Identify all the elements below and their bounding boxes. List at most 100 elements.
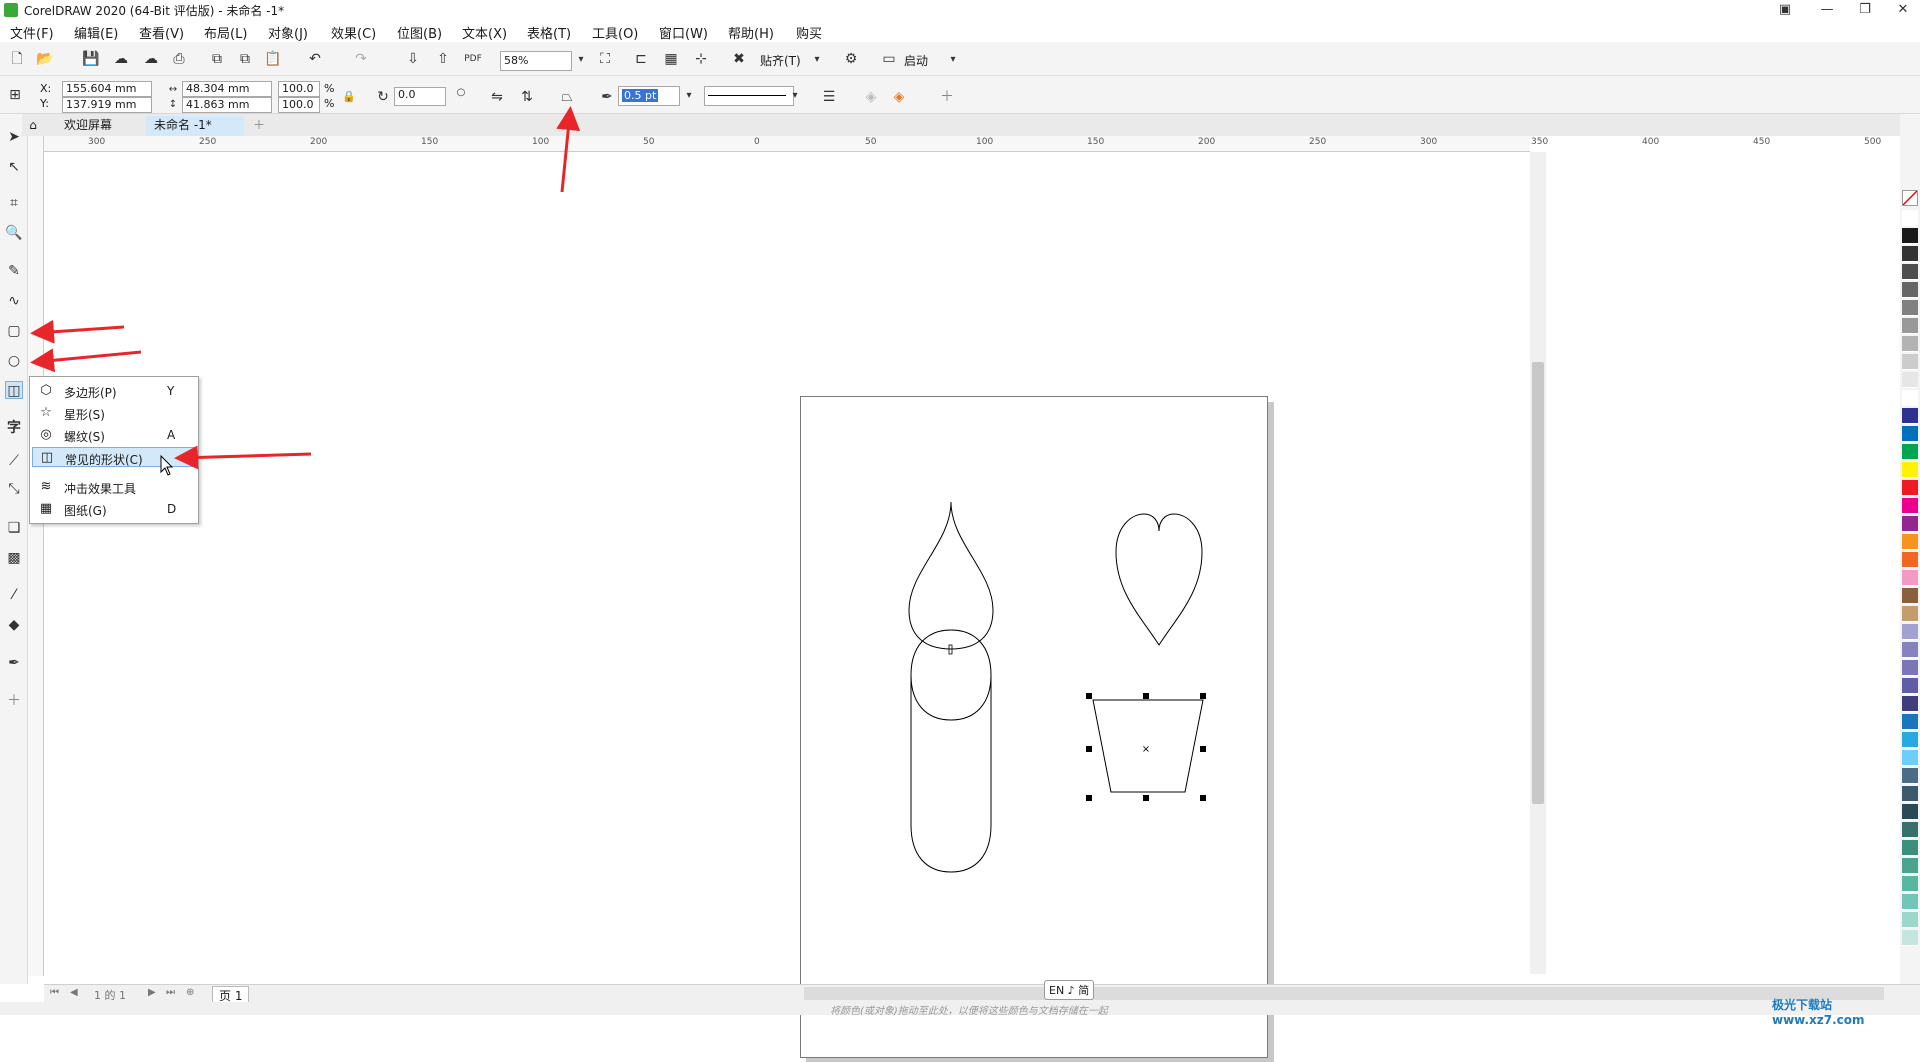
mirror-horizontal-icon[interactable]: ⇋ <box>488 88 506 106</box>
import-icon[interactable]: ⇩ <box>404 50 422 68</box>
color-swatch[interactable] <box>1902 714 1918 730</box>
menu-help[interactable]: 帮助(H) <box>728 23 774 42</box>
outline-width-field[interactable]: 0.5 pt <box>618 86 680 106</box>
outline-width-chevron-icon[interactable]: ▾ <box>680 87 698 105</box>
color-swatch[interactable] <box>1902 444 1918 460</box>
color-swatch[interactable] <box>1902 912 1918 928</box>
menu-window[interactable]: 窗口(W) <box>659 23 708 42</box>
menu-text[interactable]: 文本(X) <box>462 23 507 42</box>
color-swatch[interactable] <box>1902 732 1918 748</box>
menu-tools[interactable]: 工具(O) <box>592 23 638 42</box>
color-swatch[interactable] <box>1902 336 1918 352</box>
color-swatch[interactable] <box>1902 462 1918 478</box>
account-icon[interactable]: ▣ <box>1768 0 1802 20</box>
rotation-angle-field[interactable]: 0.0 <box>394 87 446 106</box>
vertical-scrollbar[interactable] <box>1530 152 1546 974</box>
color-swatch[interactable] <box>1902 282 1918 298</box>
color-swatch[interactable] <box>1902 930 1918 946</box>
export-icon[interactable]: ⇧ <box>434 50 452 68</box>
add-icon[interactable]: ＋ <box>938 88 956 106</box>
eyedropper-tool-icon[interactable]: ⁄ <box>5 586 23 604</box>
next-page-icon[interactable]: ▶ <box>148 987 156 998</box>
prev-page-icon[interactable]: ◀ <box>70 987 78 998</box>
lock-ratio-icon[interactable]: 🔒 <box>340 88 358 106</box>
interactive-fill-tool-icon[interactable]: ◆ <box>5 616 23 634</box>
grid-icon[interactable]: ▦ <box>662 50 680 68</box>
color-swatch[interactable] <box>1902 354 1918 370</box>
minimize-button[interactable]: — <box>1810 0 1844 20</box>
connector-tool-icon[interactable]: ⤡ <box>5 480 23 498</box>
color-swatch[interactable] <box>1902 894 1918 910</box>
add-tool-icon[interactable]: ＋ <box>5 692 23 710</box>
menu-buy[interactable]: 购买 <box>796 23 822 42</box>
color-swatch[interactable] <box>1902 768 1918 784</box>
color-swatch[interactable] <box>1902 642 1918 658</box>
options-gear-icon[interactable]: ⚙ <box>842 50 860 68</box>
restore-button[interactable]: ❐ <box>1848 0 1882 20</box>
document-page[interactable]: × <box>800 396 1268 1058</box>
color-swatch[interactable] <box>1902 318 1918 334</box>
color-swatch[interactable] <box>1902 480 1918 496</box>
first-page-icon[interactable]: ⏮ <box>50 987 59 998</box>
redo-icon[interactable]: ↷ <box>352 50 370 68</box>
snap-dropdown-chevron-icon[interactable]: ▾ <box>808 51 826 69</box>
ime-indicator[interactable]: EN ♪ 简 <box>1044 980 1095 1000</box>
drop-shadow-tool-icon[interactable]: ❏ <box>5 519 23 537</box>
color-swatch[interactable] <box>1902 804 1918 820</box>
launch-label[interactable]: 启动 <box>904 52 928 69</box>
color-swatch[interactable] <box>1902 498 1918 514</box>
to-back-icon[interactable]: ◈ <box>862 88 880 106</box>
color-swatch[interactable] <box>1902 822 1918 838</box>
menu-effects[interactable]: 效果(C) <box>331 23 376 42</box>
color-swatch[interactable] <box>1902 750 1918 766</box>
rulers-icon[interactable]: ⊏ <box>632 50 650 68</box>
color-swatch[interactable] <box>1902 516 1918 532</box>
color-swatch[interactable] <box>1902 534 1918 550</box>
flyout-item-impact-tool[interactable]: ≋ 冲击效果工具 <box>32 477 196 497</box>
launch-icon[interactable]: ▭ <box>880 50 898 68</box>
zoom-level-select[interactable]: 58% <box>500 51 572 71</box>
mirror-vertical-icon[interactable]: ⇅ <box>518 88 536 106</box>
color-swatch[interactable] <box>1902 372 1918 388</box>
color-swatch[interactable] <box>1902 786 1918 802</box>
color-swatch[interactable] <box>1902 678 1918 694</box>
color-swatch[interactable] <box>1902 264 1918 280</box>
color-swatch[interactable] <box>1902 606 1918 622</box>
launch-dropdown-chevron-icon[interactable]: ▾ <box>944 51 962 69</box>
guidelines-icon[interactable]: ⊹ <box>692 50 710 68</box>
menu-table[interactable]: 表格(T) <box>527 23 571 42</box>
text-wrap-icon[interactable]: ☰ <box>820 88 838 106</box>
color-swatch[interactable] <box>1902 552 1918 568</box>
color-swatch[interactable] <box>1902 588 1918 604</box>
color-swatch[interactable] <box>1902 300 1918 316</box>
color-swatch[interactable] <box>1902 660 1918 676</box>
to-front-icon[interactable]: ◈ <box>890 88 908 106</box>
menu-bitmaps[interactable]: 位图(B) <box>397 23 442 42</box>
zoom-dropdown-chevron-icon[interactable]: ▾ <box>572 51 590 69</box>
color-swatch[interactable] <box>1902 408 1918 424</box>
smart-fill-tool-icon[interactable]: ✒ <box>5 654 23 672</box>
color-swatch[interactable] <box>1902 876 1918 892</box>
transparency-tool-icon[interactable]: ▩ <box>5 549 23 567</box>
flyout-item-graph-paper[interactable]: ▦ 图纸(G) D <box>32 499 196 519</box>
color-swatch[interactable] <box>1902 246 1918 262</box>
horizontal-scrollbar[interactable] <box>804 987 1884 1000</box>
color-swatch[interactable] <box>1902 840 1918 856</box>
last-page-icon[interactable]: ⏭ <box>166 987 175 998</box>
color-swatch[interactable] <box>1902 696 1918 712</box>
line-style-select[interactable] <box>704 86 794 106</box>
vertical-scroll-thumb[interactable] <box>1532 362 1544 804</box>
color-swatch[interactable] <box>1902 390 1918 406</box>
add-page-icon[interactable]: ⊕ <box>186 987 194 998</box>
line-style-chevron-icon[interactable]: ▾ <box>786 87 804 105</box>
color-swatch[interactable] <box>1902 624 1918 640</box>
color-swatch[interactable] <box>1902 426 1918 442</box>
snap-off-icon[interactable]: ✖ <box>730 50 748 68</box>
color-swatch[interactable] <box>1902 228 1918 244</box>
full-screen-icon[interactable]: ⛶ <box>596 50 614 68</box>
outline-pen-icon[interactable]: ✒ <box>598 88 616 106</box>
color-swatch[interactable] <box>1902 570 1918 586</box>
close-button[interactable]: ✕ <box>1886 0 1920 20</box>
pdf-icon[interactable]: PDF <box>464 50 482 68</box>
no-color-swatch[interactable] <box>1902 190 1918 206</box>
